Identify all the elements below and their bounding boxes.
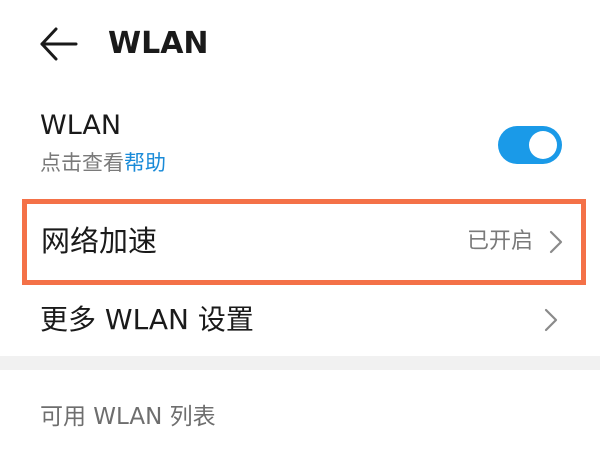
wlan-settings-page: WLAN WLAN 点击查看帮助 网络加速 已开启 更多 WLAN 设置 可用 …	[0, 0, 600, 450]
wlan-subtitle-prefix: 点击查看	[40, 151, 124, 175]
wlan-toggle-switch[interactable]	[498, 126, 562, 164]
network-acceleration-row[interactable]: 网络加速 已开启	[22, 199, 586, 285]
available-wlan-list-header: 可用 WLAN 列表	[40, 404, 216, 430]
chevron-right-icon	[544, 308, 558, 332]
section-divider	[0, 356, 600, 370]
arrow-left-icon	[40, 27, 78, 61]
back-button[interactable]	[36, 24, 80, 64]
chevron-right-icon	[549, 230, 563, 254]
more-wlan-settings-row[interactable]: 更多 WLAN 设置	[0, 290, 600, 352]
network-acceleration-status: 已开启	[466, 229, 533, 254]
network-acceleration-label: 网络加速	[41, 224, 158, 258]
toggle-knob	[529, 131, 557, 159]
wlan-subtitle: 点击查看帮助	[40, 148, 166, 178]
more-wlan-settings-label: 更多 WLAN 设置	[40, 303, 254, 336]
help-link[interactable]: 帮助	[124, 151, 166, 175]
wlan-label: WLAN	[40, 110, 122, 141]
page-title: WLAN	[108, 26, 209, 61]
app-header: WLAN	[0, 0, 600, 90]
